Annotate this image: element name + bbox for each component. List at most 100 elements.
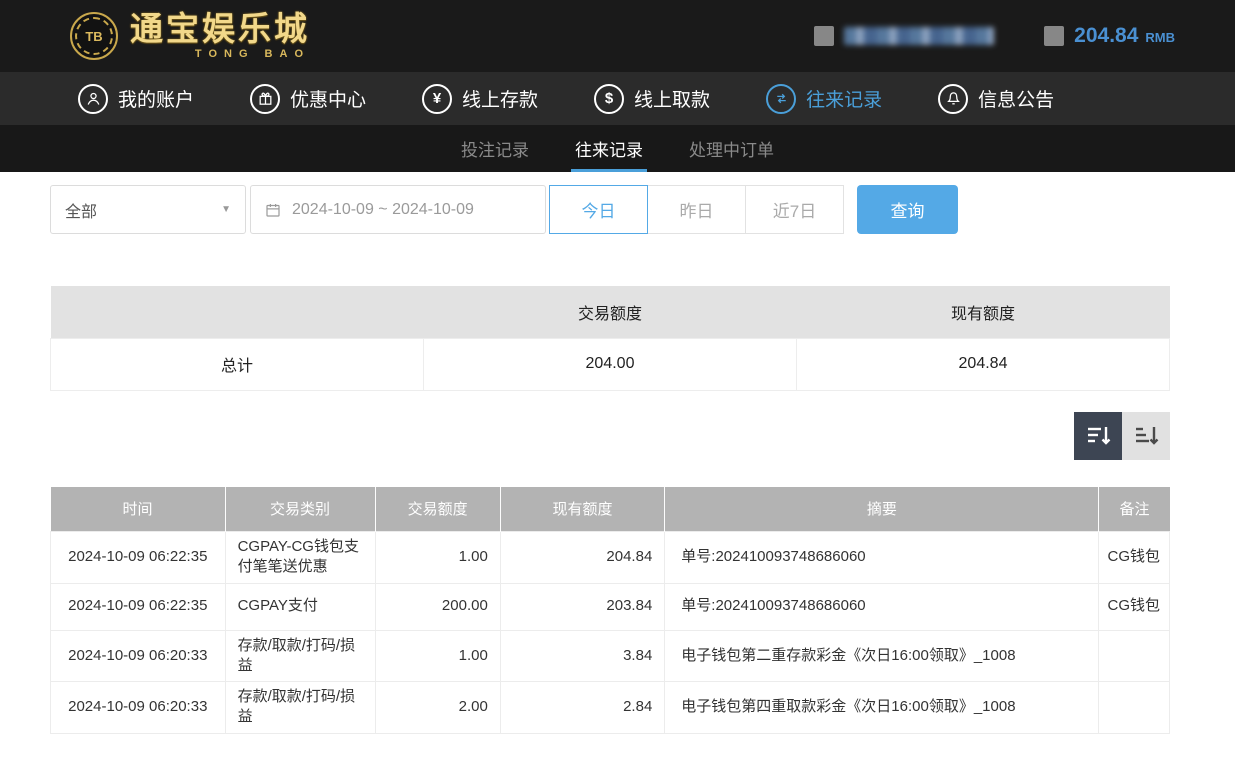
quick-date-group: 今日 昨日 近7日 <box>550 185 844 234</box>
cell-summary: 单号:202410093748686060 <box>665 583 1099 630</box>
tab-label: 投注记录 <box>461 136 529 161</box>
today-button[interactable]: 今日 <box>549 185 648 234</box>
col-type: 交易类别 <box>225 487 375 532</box>
calendar-icon <box>264 201 282 219</box>
exchange-records-icon <box>766 84 796 114</box>
records-table: 时间 交易类别 交易额度 现有额度 摘要 备注 2024-10-09 06:22… <box>50 487 1170 734</box>
cell-amount: 2.00 <box>375 682 500 734</box>
cell-time: 2024-10-09 06:20:33 <box>51 682 226 734</box>
cell-note <box>1099 682 1170 734</box>
sub-nav: 投注记录 往来记录 处理中订单 <box>0 125 1235 172</box>
user-account[interactable] <box>814 26 994 46</box>
cell-summary: 单号:202410093748686060 <box>665 532 1099 584</box>
tab-label: 处理中订单 <box>689 136 774 161</box>
sort-ascending-button[interactable] <box>1122 412 1170 460</box>
cell-time: 2024-10-09 06:22:35 <box>51 583 226 630</box>
summary-header-row: 交易额度 现有额度 <box>51 286 1170 338</box>
cell-type: 存款/取款/打码/损益 <box>225 682 375 734</box>
nav-item-transaction-records[interactable]: 往来记录 <box>766 84 882 114</box>
summary-header-empty <box>51 286 424 338</box>
cell-note: CG钱包 <box>1099 583 1170 630</box>
tab-transaction-records[interactable]: 往来记录 <box>575 125 643 172</box>
user-badge-icon <box>814 26 834 46</box>
nav-item-deposit[interactable]: ¥ 线上存款 <box>422 84 538 114</box>
search-button[interactable]: 查询 <box>857 185 958 234</box>
top-bar: TB 通宝娱乐城 TONG BAO 204.84 RMB <box>0 0 1235 72</box>
deposit-coin-icon: ¥ <box>422 84 452 114</box>
nav-item-announcements[interactable]: 信息公告 <box>938 84 1054 114</box>
chevron-down-icon: ▼ <box>221 204 231 215</box>
main-content: 全部 ▼ 2024-10-09 ~ 2024-10-09 今日 昨日 近7日 查… <box>0 172 1235 765</box>
tab-betting-records[interactable]: 投注记录 <box>461 125 529 172</box>
col-amount: 交易额度 <box>375 487 500 532</box>
table-row: 2024-10-09 06:22:35 CGPAY-CG钱包支付笔笔送优惠 1.… <box>51 532 1170 584</box>
summary-total-label: 总计 <box>51 338 424 390</box>
summary-total-balance: 204.84 <box>797 338 1170 390</box>
col-note: 备注 <box>1099 487 1170 532</box>
balance-display: 204.84 RMB <box>1044 24 1175 48</box>
date-range-picker[interactable]: 2024-10-09 ~ 2024-10-09 <box>250 185 546 234</box>
table-row: 2024-10-09 06:22:35 CGPAY支付 200.00 203.8… <box>51 583 1170 630</box>
last7days-button[interactable]: 近7日 <box>745 185 844 234</box>
table-header-row: 时间 交易类别 交易额度 现有额度 摘要 备注 <box>51 487 1170 532</box>
cell-type: CGPAY支付 <box>225 583 375 630</box>
cell-balance: 204.84 <box>500 532 664 584</box>
brand-logo[interactable]: TB 通宝娱乐城 TONG BAO <box>70 12 310 60</box>
bell-icon <box>938 84 968 114</box>
brand-subtitle: TONG BAO <box>130 49 310 60</box>
cell-summary: 电子钱包第四重取款彩金《次日16:00领取》_1008 <box>665 682 1099 734</box>
balance-currency: RMB <box>1145 30 1175 45</box>
col-summary: 摘要 <box>665 487 1099 532</box>
summary-total-transaction: 204.00 <box>424 338 797 390</box>
tab-label: 往来记录 <box>575 136 643 161</box>
nav-label: 我的账户 <box>118 85 194 112</box>
type-filter-value: 全部 <box>65 198 97 222</box>
nav-label: 信息公告 <box>978 85 1054 112</box>
cell-summary: 电子钱包第二重存款彩金《次日16:00领取》_1008 <box>665 630 1099 682</box>
col-time: 时间 <box>51 487 226 532</box>
cell-type: 存款/取款/打码/损益 <box>225 630 375 682</box>
date-range-value: 2024-10-09 ~ 2024-10-09 <box>292 201 474 219</box>
summary-total-row: 总计 204.00 204.84 <box>51 338 1170 390</box>
cell-amount: 200.00 <box>375 583 500 630</box>
type-filter-select[interactable]: 全部 ▼ <box>50 185 246 234</box>
nav-label: 往来记录 <box>806 85 882 112</box>
brand-title: 通宝娱乐城 <box>130 12 310 45</box>
cell-note <box>1099 630 1170 682</box>
nav-item-my-account[interactable]: 我的账户 <box>78 84 194 114</box>
cell-time: 2024-10-09 06:22:35 <box>51 532 226 584</box>
summary-section: 交易额度 现有额度 总计 204.00 204.84 <box>50 286 1170 391</box>
nav-item-withdraw[interactable]: $ 线上取款 <box>594 84 710 114</box>
sort-controls <box>50 412 1170 460</box>
gift-icon <box>250 84 280 114</box>
cell-time: 2024-10-09 06:20:33 <box>51 630 226 682</box>
wallet-icon <box>1044 26 1064 46</box>
cell-amount: 1.00 <box>375 630 500 682</box>
sort-desc-icon <box>1083 421 1113 451</box>
yesterday-button[interactable]: 昨日 <box>647 185 746 234</box>
filter-row: 全部 ▼ 2024-10-09 ~ 2024-10-09 今日 昨日 近7日 查… <box>50 185 1170 234</box>
nav-label: 优惠中心 <box>290 85 366 112</box>
balance-amount: 204.84 <box>1074 24 1138 48</box>
summary-header-transaction: 交易额度 <box>424 286 797 338</box>
cell-balance: 203.84 <box>500 583 664 630</box>
table-row: 2024-10-09 06:20:33 存款/取款/打码/损益 2.00 2.8… <box>51 682 1170 734</box>
cell-note: CG钱包 <box>1099 532 1170 584</box>
summary-header-balance: 现有额度 <box>797 286 1170 338</box>
cell-balance: 2.84 <box>500 682 664 734</box>
masked-username <box>844 27 994 45</box>
main-nav: 我的账户 优惠中心 ¥ 线上存款 $ 线上取款 往来记录 信息公告 <box>0 72 1235 125</box>
cell-amount: 1.00 <box>375 532 500 584</box>
nav-label: 线上取款 <box>634 85 710 112</box>
sort-asc-icon <box>1131 421 1161 451</box>
cell-balance: 3.84 <box>500 630 664 682</box>
table-row: 2024-10-09 06:20:33 存款/取款/打码/损益 1.00 3.8… <box>51 630 1170 682</box>
nav-item-promotions[interactable]: 优惠中心 <box>250 84 366 114</box>
chip-badge: TB <box>85 29 102 44</box>
chip-logo-icon: TB <box>70 12 118 60</box>
nav-label: 线上存款 <box>462 85 538 112</box>
tab-pending-orders[interactable]: 处理中订单 <box>689 125 774 172</box>
col-balance: 现有额度 <box>500 487 664 532</box>
sort-descending-button[interactable] <box>1074 412 1122 460</box>
user-icon <box>78 84 108 114</box>
